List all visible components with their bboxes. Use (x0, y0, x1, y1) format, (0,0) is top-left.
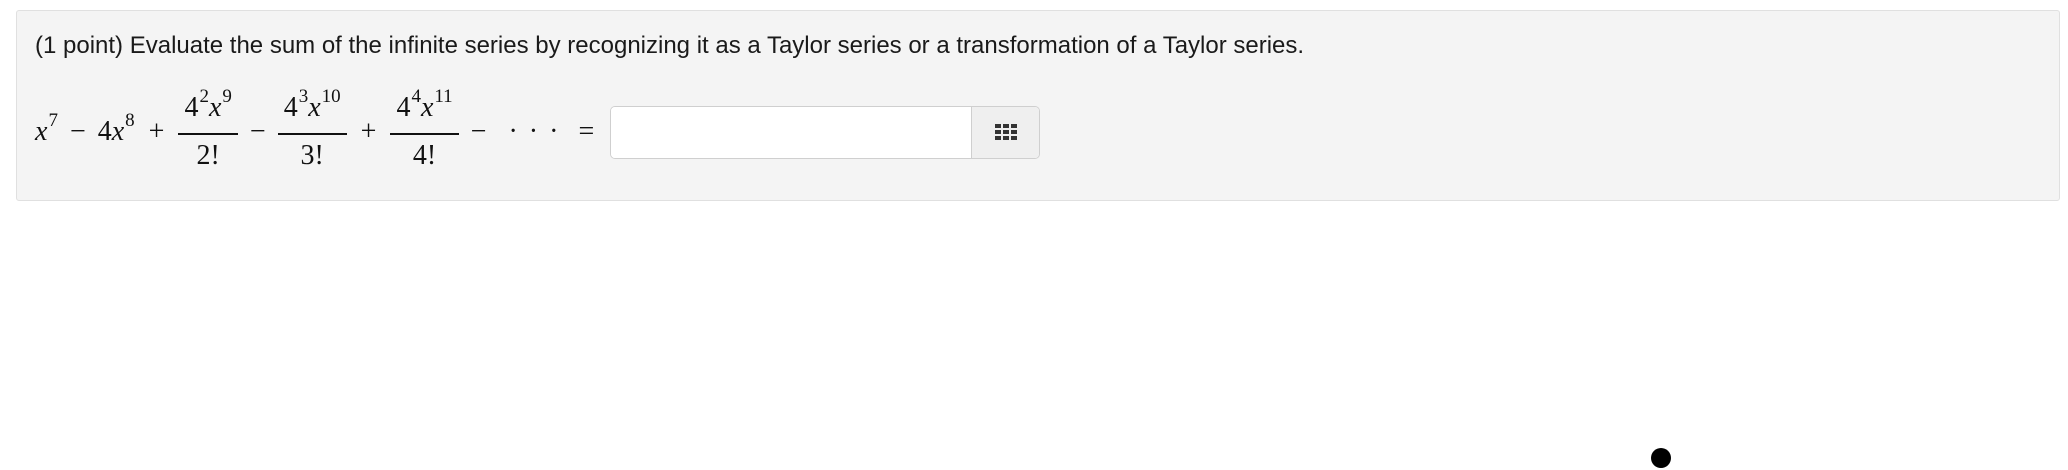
term-4-var: x (308, 92, 321, 123)
term-4-base-exp: 3 (298, 86, 309, 107)
ellipsis: · · · (508, 116, 561, 147)
term-5-numerator: 44x11 (390, 86, 459, 135)
equation-palette-button[interactable] (971, 106, 1040, 158)
term-5-base-exp: 4 (411, 86, 421, 107)
term-2-coef: 4 (97, 116, 112, 147)
operator-plus: + (360, 116, 377, 147)
problem-panel: (1 point) Evaluate the sum of the infini… (16, 10, 2060, 201)
term-2-var: x (111, 116, 125, 147)
term-1-var: x (35, 116, 48, 147)
term-3-denominator: 2! (196, 140, 220, 171)
term-5-fraction: 44x11 4! (390, 86, 459, 173)
term-3-var: x (208, 92, 222, 123)
term-2-exp: 8 (125, 110, 135, 131)
term-5-base: 4 (396, 92, 411, 123)
term-1: x7 (35, 110, 58, 148)
term-4-var-exp: 10 (321, 86, 341, 107)
term-5-var-exp: 11 (434, 86, 453, 107)
problem-prompt: (1 point) Evaluate the sum of the infini… (35, 30, 1304, 62)
answer-input[interactable] (611, 106, 972, 158)
term-3-var-exp: 9 (222, 86, 232, 107)
answer-field-group (610, 105, 1041, 159)
prompt-text: Evaluate the sum of the infinite series … (129, 32, 1305, 59)
term-5-denominator: 4! (412, 140, 437, 171)
operator-minus: − (249, 116, 266, 147)
term-3-numerator: 42x9 (178, 86, 238, 135)
points-label: (1 point) (35, 32, 124, 59)
term-3-base-exp: 2 (199, 86, 209, 107)
term-4-numerator: 43x10 (277, 86, 347, 135)
term-4-base: 4 (283, 92, 298, 123)
series-expression: x7 − 4x8 + 42x9 2! − 43x10 3! + 44x11 4!… (35, 86, 1041, 177)
term-1-exp: 7 (48, 110, 58, 131)
term-2: 4x8 (97, 110, 135, 148)
term-4-denominator: 3! (300, 140, 324, 171)
cursor-dot (1651, 448, 1671, 468)
term-3-base: 4 (184, 92, 199, 123)
operator-plus: + (148, 116, 165, 147)
grid-icon (994, 124, 1017, 140)
operator-minus: − (470, 116, 487, 147)
operator-minus: − (69, 116, 86, 147)
term-5-var: x (420, 92, 434, 123)
equals-sign: = (578, 116, 595, 147)
term-4-fraction: 43x10 3! (277, 86, 347, 173)
term-3-fraction: 42x9 2! (178, 86, 238, 173)
